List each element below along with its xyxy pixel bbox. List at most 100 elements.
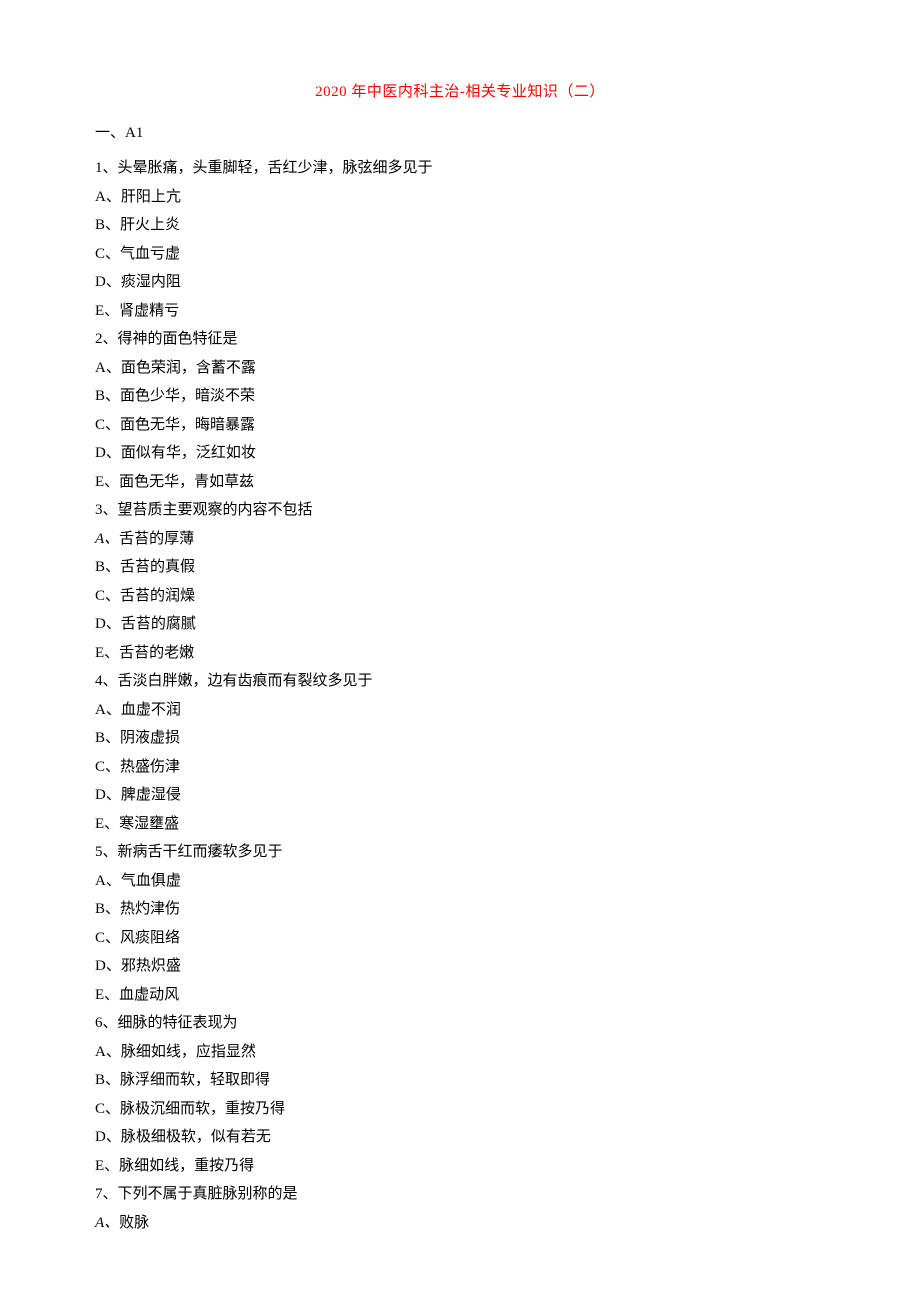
option-letter: A、 — [95, 531, 119, 547]
option-text: 脉细如线，重按乃得 — [119, 1158, 254, 1174]
option-line: C、风痰阻络 — [95, 924, 825, 953]
option-line: A、面色荣润，含蓄不露 — [95, 354, 825, 383]
question-stem: 7、下列不属于真脏脉别称的是 — [95, 1180, 825, 1209]
option-text: 肝火上炎 — [120, 217, 180, 233]
option-text: 邪热炽盛 — [121, 958, 181, 974]
option-letter: C、 — [95, 1101, 120, 1117]
option-line: B、面色少华，暗淡不荣 — [95, 382, 825, 411]
option-text: 脉极细极软，似有若无 — [121, 1129, 271, 1145]
question-stem: 2、得神的面色特征是 — [95, 325, 825, 354]
document-title: 2020 年中医内科主治-相关专业知识（二） — [95, 80, 825, 101]
option-text: 阴液虚损 — [120, 730, 180, 746]
option-letter: C、 — [95, 246, 120, 262]
question-block: 1、头晕胀痛，头重脚轻，舌红少津，脉弦细多见于A、肝阳上亢B、肝火上炎C、气血亏… — [95, 154, 825, 325]
option-letter: A、 — [95, 873, 121, 889]
option-letter: D、 — [95, 616, 121, 632]
option-text: 热灼津伤 — [120, 901, 180, 917]
option-line: A、肝阳上亢 — [95, 183, 825, 212]
option-letter: D、 — [95, 445, 121, 461]
question-stem: 3、望苔质主要观察的内容不包括 — [95, 496, 825, 525]
option-line: A、舌苔的厚薄 — [95, 525, 825, 554]
option-letter: E、 — [95, 1158, 119, 1174]
option-letter: A、 — [95, 702, 121, 718]
option-letter: E、 — [95, 474, 119, 490]
option-text: 脉浮细而软，轻取即得 — [120, 1072, 270, 1088]
question-text: 头晕胀痛，头重脚轻，舌红少津，脉弦细多见于 — [118, 160, 433, 176]
question-block: 5、新病舌干红而痿软多见于A、气血俱虚B、热灼津伤C、风痰阻络D、邪热炽盛E、血… — [95, 838, 825, 1009]
option-text: 面色无华，晦暗暴露 — [120, 417, 255, 433]
option-text: 舌苔的真假 — [120, 559, 195, 575]
option-letter: A、 — [95, 1215, 119, 1231]
option-text: 血虚不润 — [121, 702, 181, 718]
option-letter: B、 — [95, 217, 120, 233]
question-text: 舌淡白胖嫩，边有齿痕而有裂纹多见于 — [118, 673, 373, 689]
option-letter: A、 — [95, 1044, 121, 1060]
option-text: 面色少华，暗淡不荣 — [120, 388, 255, 404]
question-stem: 4、舌淡白胖嫩，边有齿痕而有裂纹多见于 — [95, 667, 825, 696]
option-letter: B、 — [95, 730, 120, 746]
option-line: C、舌苔的润燥 — [95, 582, 825, 611]
question-block: 4、舌淡白胖嫩，边有齿痕而有裂纹多见于A、血虚不润B、阴液虚损C、热盛伤津D、脾… — [95, 667, 825, 838]
option-line: D、脾虚湿侵 — [95, 781, 825, 810]
option-text: 脉细如线，应指显然 — [121, 1044, 256, 1060]
question-number: 4、 — [95, 673, 118, 689]
option-text: 肝阳上亢 — [121, 189, 181, 205]
option-letter: B、 — [95, 1072, 120, 1088]
option-line: A、脉细如线，应指显然 — [95, 1038, 825, 1067]
option-letter: A、 — [95, 189, 121, 205]
option-letter: E、 — [95, 816, 119, 832]
option-text: 气血亏虚 — [120, 246, 180, 262]
question-number: 3、 — [95, 502, 118, 518]
option-text: 脾虚湿侵 — [121, 787, 181, 803]
option-letter: C、 — [95, 588, 120, 604]
option-letter: B、 — [95, 388, 120, 404]
option-line: B、热灼津伤 — [95, 895, 825, 924]
option-letter: D、 — [95, 274, 121, 290]
option-text: 舌苔的腐腻 — [121, 616, 196, 632]
option-text: 舌苔的润燥 — [120, 588, 195, 604]
option-line: C、面色无华，晦暗暴露 — [95, 411, 825, 440]
option-line: D、痰湿内阻 — [95, 268, 825, 297]
option-line: C、热盛伤津 — [95, 753, 825, 782]
option-line: C、脉极沉细而软，重按乃得 — [95, 1095, 825, 1124]
option-letter: D、 — [95, 958, 121, 974]
option-text: 舌苔的老嫩 — [119, 645, 194, 661]
question-stem: 5、新病舌干红而痿软多见于 — [95, 838, 825, 867]
option-line: D、舌苔的腐腻 — [95, 610, 825, 639]
option-line: E、血虚动风 — [95, 981, 825, 1010]
option-line: A、败脉 — [95, 1209, 825, 1238]
option-line: E、脉细如线，重按乃得 — [95, 1152, 825, 1181]
question-text: 细脉的特征表现为 — [118, 1015, 238, 1031]
option-letter: C、 — [95, 930, 120, 946]
question-text: 得神的面色特征是 — [118, 331, 238, 347]
questions-container: 1、头晕胀痛，头重脚轻，舌红少津，脉弦细多见于A、肝阳上亢B、肝火上炎C、气血亏… — [95, 154, 825, 1237]
document-page: 2020 年中医内科主治-相关专业知识（二） 一、A1 1、头晕胀痛，头重脚轻，… — [0, 0, 920, 1297]
option-letter: E、 — [95, 987, 119, 1003]
option-text: 面色荣润，含蓄不露 — [121, 360, 256, 376]
option-line: D、面似有华，泛红如妆 — [95, 439, 825, 468]
option-line: A、血虚不润 — [95, 696, 825, 725]
option-text: 舌苔的厚薄 — [119, 531, 194, 547]
question-text: 望苔质主要观察的内容不包括 — [118, 502, 313, 518]
option-line: D、脉极细极软，似有若无 — [95, 1123, 825, 1152]
question-number: 1、 — [95, 160, 118, 176]
question-block: 6、细脉的特征表现为A、脉细如线，应指显然B、脉浮细而软，轻取即得C、脉极沉细而… — [95, 1009, 825, 1180]
option-text: 肾虚精亏 — [119, 303, 179, 319]
option-line: B、舌苔的真假 — [95, 553, 825, 582]
option-text: 面似有华，泛红如妆 — [121, 445, 256, 461]
option-line: D、邪热炽盛 — [95, 952, 825, 981]
question-stem: 1、头晕胀痛，头重脚轻，舌红少津，脉弦细多见于 — [95, 154, 825, 183]
option-text: 败脉 — [119, 1215, 149, 1231]
option-line: B、肝火上炎 — [95, 211, 825, 240]
option-letter: B、 — [95, 559, 120, 575]
option-line: E、面色无华，青如草兹 — [95, 468, 825, 497]
question-text: 新病舌干红而痿软多见于 — [118, 844, 283, 860]
option-letter: E、 — [95, 303, 119, 319]
question-block: 3、望苔质主要观察的内容不包括A、舌苔的厚薄B、舌苔的真假C、舌苔的润燥D、舌苔… — [95, 496, 825, 667]
option-letter: D、 — [95, 1129, 121, 1145]
option-letter: D、 — [95, 787, 121, 803]
option-text: 寒湿壅盛 — [119, 816, 179, 832]
option-text: 血虚动风 — [119, 987, 179, 1003]
option-text: 脉极沉细而软，重按乃得 — [120, 1101, 285, 1117]
section-label: 一、A1 — [95, 121, 825, 142]
